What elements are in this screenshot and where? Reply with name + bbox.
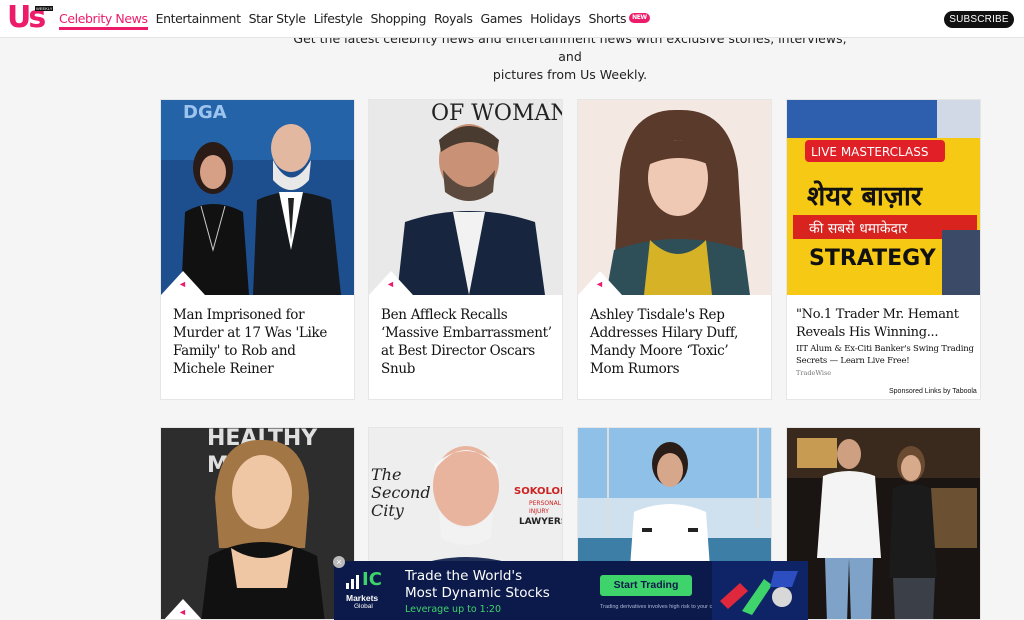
- article-image-5[interactable]: HEALTHY M: [161, 428, 354, 619]
- nav-link-shorts[interactable]: Shorts NEW: [588, 0, 650, 38]
- image-backdrop-text-7: LAWYERS: [519, 517, 563, 527]
- nav-link-royals[interactable]: Royals: [434, 0, 473, 38]
- nav-link-star-style[interactable]: Star Style: [249, 0, 306, 38]
- sponsored-image-line-3: STRATEGY: [809, 246, 937, 271]
- taboola-sponsored-label[interactable]: Sponsored Links by Taboola: [889, 388, 977, 395]
- banner-headline-1: Trade the World's: [405, 568, 523, 584]
- megaphone-icon: ◄: [595, 279, 604, 289]
- article-card-8[interactable]: [786, 427, 981, 620]
- global-logo-text: Global: [354, 603, 373, 610]
- sponsored-source[interactable]: TradeWise: [796, 369, 831, 377]
- sponsored-card[interactable]: LIVE MASTERCLASS शेयर बाज़ार की सबसे धमा…: [786, 99, 981, 400]
- nav-link-shopping[interactable]: Shopping: [371, 0, 427, 38]
- nav-link-celebrity-news[interactable]: Celebrity News: [59, 0, 148, 38]
- svg-text:DGA: DGA: [183, 102, 227, 123]
- nav-link-lifestyle[interactable]: Lifestyle: [314, 0, 363, 38]
- chart-bars-icon: [346, 575, 359, 589]
- close-icon[interactable]: ×: [333, 556, 345, 568]
- nav-links: Celebrity News Entertainment Star Style …: [59, 0, 658, 38]
- article-card-2[interactable]: OF WOMAN ◄ Ben Affleck Recalls ‘Massive …: [368, 99, 563, 400]
- start-trading-button[interactable]: Start Trading: [600, 575, 692, 596]
- megaphone-icon: ◄: [386, 279, 395, 289]
- article-card-1[interactable]: DGA ◄ Man Imprisoned for Murder at 17 Wa…: [160, 99, 355, 400]
- category-tab: ◄: [578, 271, 622, 295]
- image-backdrop-text: OF WOMAN: [431, 101, 563, 126]
- image-backdrop-text-3: City: [371, 501, 405, 520]
- page-intro: Get the latest celebrity news and entert…: [280, 30, 860, 84]
- article-title[interactable]: Man Imprisoned for Murder at 17 Was 'Lik…: [173, 306, 348, 378]
- image-backdrop-text-5: PERSONAL: [529, 500, 562, 507]
- sponsored-image[interactable]: LIVE MASTERCLASS शेयर बाज़ार की सबसे धमा…: [787, 100, 980, 295]
- live-masterclass-badge: LIVE MASTERCLASS: [811, 145, 928, 159]
- banner-disclaimer: Trading derivatives involves high risk t…: [600, 604, 727, 610]
- nav-link-entertainment[interactable]: Entertainment: [156, 0, 241, 38]
- article-title[interactable]: Ben Affleck Recalls ‘Massive Embarrassme…: [381, 306, 556, 378]
- new-badge: NEW: [629, 13, 650, 23]
- image-backdrop-text-6: INJURY: [529, 508, 549, 515]
- ic-logo-text: IC: [362, 569, 382, 590]
- top-navigation: Us WEEKLY Celebrity News Entertainment S…: [0, 0, 1024, 38]
- subscribe-button[interactable]: SUBSCRIBE: [944, 11, 1014, 28]
- image-backdrop-text: The: [371, 465, 401, 484]
- banner-headline-2: Most Dynamic Stocks: [405, 585, 550, 601]
- stock-graphics-icon: [712, 561, 808, 620]
- image-backdrop-text-4: SOKOLOF: [514, 486, 563, 497]
- article-image-1[interactable]: DGA: [161, 100, 354, 295]
- article-card-3[interactable]: ◄ Ashley Tisdale's Rep Addresses Hilary …: [577, 99, 772, 400]
- ad-banner[interactable]: IC Markets Global Trade the World's Most…: [334, 561, 808, 620]
- banner-subline: Leverage up to 1:20: [405, 604, 502, 615]
- megaphone-icon: ◄: [178, 279, 187, 289]
- us-weekly-logo[interactable]: Us WEEKLY: [7, 0, 54, 35]
- intro-line-2: pictures from Us Weekly.: [492, 67, 648, 82]
- article-title[interactable]: Ashley Tisdale's Rep Addresses Hilary Du…: [590, 306, 765, 378]
- category-tab: ◄: [161, 599, 205, 619]
- nav-link-games[interactable]: Games: [480, 0, 522, 38]
- category-tab: ◄: [161, 271, 205, 295]
- logo-sub: WEEKLY: [35, 6, 54, 11]
- category-tab: ◄: [369, 271, 413, 295]
- sponsored-image-line-2: की सबसे धमाकेदार: [809, 220, 908, 237]
- sponsored-image-line-1: शेयर बाज़ार: [807, 180, 923, 212]
- sponsored-title[interactable]: "No.1 Trader Mr. Hemant Reveals His Winn…: [796, 306, 978, 342]
- article-card-5[interactable]: HEALTHY M ◄: [160, 427, 355, 620]
- sponsored-description[interactable]: IIT Alum & Ex-Citi Banker's Swing Tradin…: [796, 343, 978, 367]
- markets-logo-text: Markets: [346, 593, 379, 603]
- article-image-3[interactable]: [578, 100, 771, 295]
- nav-link-holidays[interactable]: Holidays: [530, 0, 581, 38]
- article-image-8[interactable]: [787, 428, 980, 619]
- article-image-2[interactable]: OF WOMAN: [369, 100, 563, 295]
- megaphone-icon: ◄: [178, 607, 187, 617]
- nav-link-shorts-label: Shorts: [588, 11, 627, 26]
- image-backdrop-text-2: Second: [371, 483, 431, 502]
